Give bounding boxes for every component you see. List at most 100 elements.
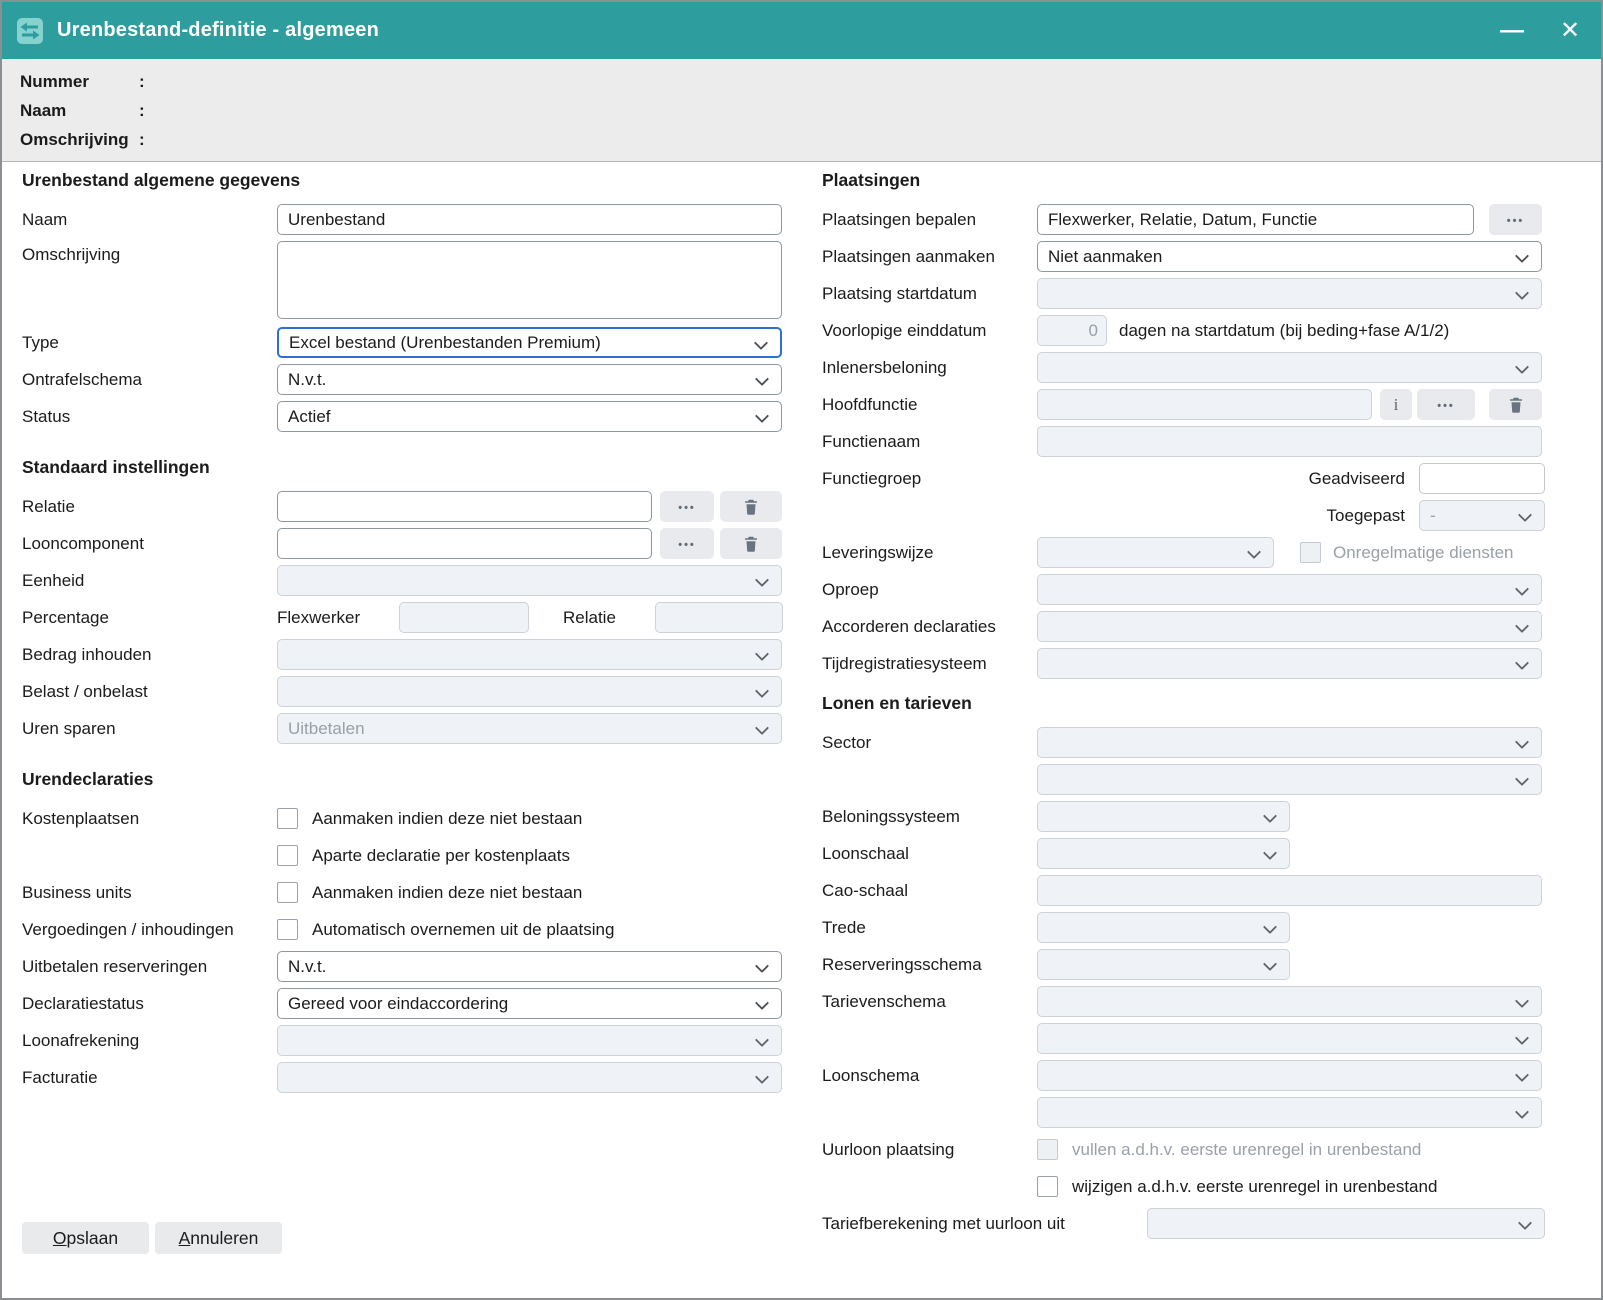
plaatsing-startdatum-select[interactable] xyxy=(1037,278,1542,309)
loonschaal-select[interactable] xyxy=(1037,838,1290,869)
uurloon-wijzigen-checkbox[interactable] xyxy=(1037,1176,1058,1197)
looncomponent-delete-button[interactable] xyxy=(720,528,782,559)
hoofdfunctie-browse-button[interactable]: ••• xyxy=(1417,389,1475,420)
voorlopige-einddatum-input[interactable]: 0 xyxy=(1037,315,1107,346)
loonschema-secondary-select[interactable] xyxy=(1037,1097,1542,1128)
inlenersbeloning-select[interactable] xyxy=(1037,352,1542,383)
reserveringsschema-label: Reserveringsschema xyxy=(822,955,1037,975)
type-label: Type xyxy=(22,333,277,353)
plaatsingen-bepalen-browse-button[interactable]: ••• xyxy=(1489,204,1542,235)
uurloon-vullen-checkbox[interactable] xyxy=(1037,1139,1058,1160)
header-row-omschrijving: Omschrijving : xyxy=(20,125,1601,154)
flexwerker-label: Flexwerker xyxy=(277,608,399,628)
uren-sparen-label: Uren sparen xyxy=(22,719,277,739)
chevron-down-icon xyxy=(1515,1105,1529,1119)
accorderen-declaraties-label: Accorderen declaraties xyxy=(822,617,1037,637)
uren-sparen-select[interactable]: Uitbetalen xyxy=(277,713,782,744)
beloningssysteem-select[interactable] xyxy=(1037,801,1290,832)
business-units-aanmaken-checkbox[interactable] xyxy=(277,882,298,903)
status-select[interactable]: Actief xyxy=(277,401,782,432)
section-lonen: Lonen en tarieven xyxy=(822,693,1545,714)
hoofdfunctie-input[interactable] xyxy=(1037,389,1372,420)
hoofdfunctie-info-button[interactable]: i xyxy=(1380,389,1412,420)
functienaam-input[interactable] xyxy=(1037,426,1542,457)
cao-schaal-label: Cao-schaal xyxy=(822,881,1037,901)
vergoedingen-label: Vergoedingen / inhoudingen xyxy=(22,920,277,940)
looncomponent-browse-button[interactable]: ••• xyxy=(660,528,714,559)
tarievenschema-select[interactable] xyxy=(1037,986,1542,1017)
cao-schaal-input[interactable] xyxy=(1037,875,1542,906)
relatie-browse-button[interactable]: ••• xyxy=(660,491,714,522)
percentage-flexwerker-input[interactable] xyxy=(399,602,529,633)
eenheid-select[interactable] xyxy=(277,565,782,596)
plaatsing-startdatum-label: Plaatsing startdatum xyxy=(822,284,1037,304)
reserveringsschema-select[interactable] xyxy=(1037,949,1290,980)
loonafrekening-select[interactable] xyxy=(277,1025,782,1056)
chevron-down-icon xyxy=(755,647,769,661)
save-button[interactable]: Opslaan xyxy=(22,1222,149,1254)
section-urendeclaraties: Urendeclaraties xyxy=(22,769,784,790)
naam-input[interactable]: Urenbestand xyxy=(277,204,782,235)
cancel-button[interactable]: Annuleren xyxy=(155,1222,282,1254)
type-select[interactable]: Excel bestand (Urenbestanden Premium) xyxy=(277,327,782,358)
checkbox-label: wijzigen a.d.h.v. eerste urenregel in ur… xyxy=(1072,1177,1437,1197)
sector-secondary-select[interactable] xyxy=(1037,764,1542,795)
info-icon: i xyxy=(1394,395,1399,415)
minimize-button[interactable]: — xyxy=(1497,19,1527,43)
tarievenschema-secondary-select[interactable] xyxy=(1037,1023,1542,1054)
functiegroep-toegepast-select[interactable]: - xyxy=(1419,500,1545,531)
vergoedingen-overnemen-checkbox[interactable] xyxy=(277,919,298,940)
voorlopige-einddatum-label: Voorlopige einddatum xyxy=(822,321,1037,341)
declaratiestatus-select[interactable]: Gereed voor eindaccordering xyxy=(277,988,782,1019)
chevron-down-icon xyxy=(1263,957,1277,971)
section-plaatsingen: Plaatsingen xyxy=(822,170,1545,191)
titlebar: Urenbestand-definitie - algemeen — ✕ xyxy=(2,2,1601,59)
hoofdfunctie-delete-button[interactable] xyxy=(1489,389,1542,420)
looncomponent-input[interactable] xyxy=(277,528,652,559)
oproep-select[interactable] xyxy=(1037,574,1542,605)
tariefberekening-label: Tariefberekening met uurloon uit xyxy=(822,1214,1147,1234)
sector-label: Sector xyxy=(822,733,1037,753)
loonschema-select[interactable] xyxy=(1037,1060,1542,1091)
onregelmatige-diensten-checkbox[interactable] xyxy=(1300,542,1321,563)
chevron-down-icon xyxy=(1247,545,1261,559)
relatie-input[interactable] xyxy=(277,491,652,522)
hoofdfunctie-label: Hoofdfunctie xyxy=(822,395,1037,415)
trash-icon xyxy=(742,534,760,553)
close-button[interactable]: ✕ xyxy=(1555,19,1585,43)
bedrag-inhouden-select[interactable] xyxy=(277,639,782,670)
checkbox-label: Automatisch overnemen uit de plaatsing xyxy=(312,920,614,940)
accorderen-declaraties-select[interactable] xyxy=(1037,611,1542,642)
facturatie-label: Facturatie xyxy=(22,1068,277,1088)
ontrafelschema-select[interactable]: N.v.t. xyxy=(277,364,782,395)
leveringswijze-select[interactable] xyxy=(1037,537,1274,568)
percentage-relatie-input[interactable] xyxy=(655,602,783,633)
uitbetalen-reserveringen-select[interactable]: N.v.t. xyxy=(277,951,782,982)
functiegroep-geadviseerd-input[interactable] xyxy=(1419,463,1545,494)
chevron-down-icon xyxy=(755,684,769,698)
plaatsingen-bepalen-input[interactable]: Flexwerker, Relatie, Datum, Functie xyxy=(1037,204,1474,235)
right-column: Plaatsingen Plaatsingen bepalen Flexwerk… xyxy=(822,170,1545,1245)
relatie-delete-button[interactable] xyxy=(720,491,782,522)
tijdregistratiesysteem-select[interactable] xyxy=(1037,648,1542,679)
tariefberekening-select[interactable] xyxy=(1147,1208,1545,1239)
sector-select[interactable] xyxy=(1037,727,1542,758)
omschrijving-textarea[interactable] xyxy=(277,241,782,319)
section-general: Urenbestand algemene gegevens xyxy=(22,170,784,191)
trede-select[interactable] xyxy=(1037,912,1290,943)
percentage-relatie-label: Relatie xyxy=(563,608,623,628)
belast-onbelast-label: Belast / onbelast xyxy=(22,682,277,702)
kostenplaatsen-aanmaken-checkbox[interactable] xyxy=(277,808,298,829)
bedrag-inhouden-label: Bedrag inhouden xyxy=(22,645,277,665)
belast-onbelast-select[interactable] xyxy=(277,676,782,707)
section-standaard: Standaard instellingen xyxy=(22,457,784,478)
facturatie-select[interactable] xyxy=(277,1062,782,1093)
app-icon xyxy=(16,17,44,45)
aparte-declaratie-checkbox[interactable] xyxy=(277,845,298,866)
inlenersbeloning-label: Inlenersbeloning xyxy=(822,358,1037,378)
loonschaal-label: Loonschaal xyxy=(822,844,1037,864)
chevron-down-icon xyxy=(1515,656,1529,670)
chevron-down-icon xyxy=(1515,360,1529,374)
plaatsingen-aanmaken-select[interactable]: Niet aanmaken xyxy=(1037,241,1542,272)
checkbox-label: Aparte declaratie per kostenplaats xyxy=(312,846,570,866)
